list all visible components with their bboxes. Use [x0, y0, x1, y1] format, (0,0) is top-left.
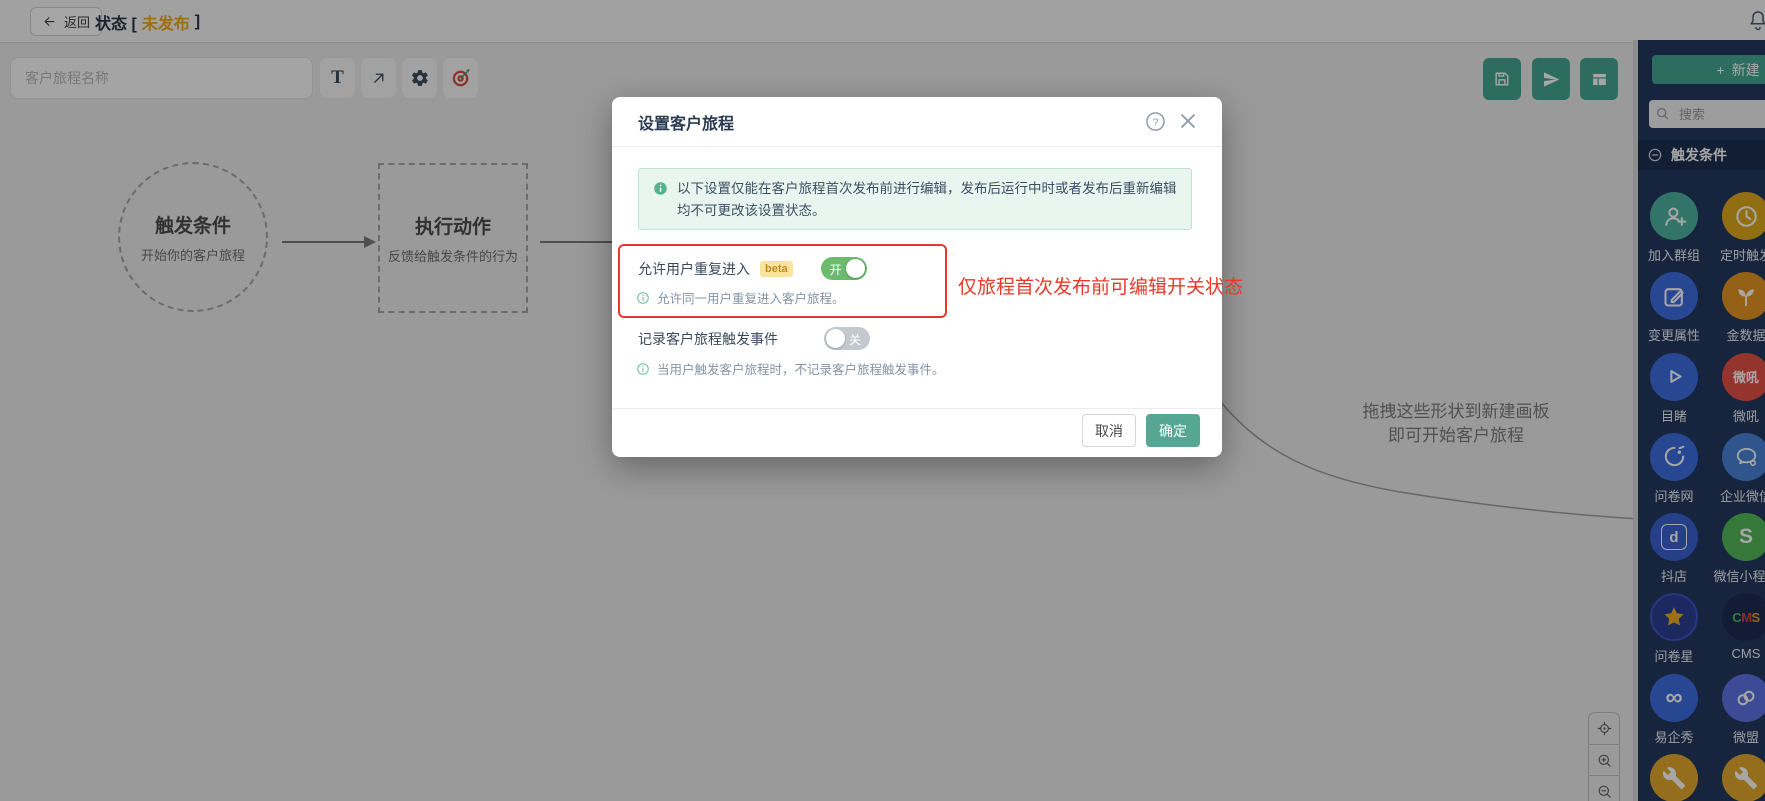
setting-label: 记录客户旅程触发事件 [638, 330, 778, 347]
modal-title: 设置客户旅程 [638, 115, 735, 133]
info-circle-icon [653, 181, 668, 220]
info-text: 以下设置仅能在客户旅程首次发布前进行编辑，发布后运行中时或者发布后重新编辑均不可… [677, 181, 1177, 218]
modal-footer: 取消 确定 [612, 408, 1222, 457]
toggle-knob [826, 329, 845, 348]
log-events-toggle[interactable]: 关 [824, 327, 870, 350]
cancel-button[interactable]: 取消 [1082, 414, 1136, 447]
annotation-note-text: 仅旅程首次发布前可编辑开关状态 [958, 277, 1244, 298]
setting-desc: 当用户触发客户旅程时，不记录客户旅程触发事件。 [657, 363, 945, 377]
journey-editor: 返回 状态 [ 未发布 ] T [0, 0, 1765, 801]
close-icon[interactable] [1180, 113, 1196, 129]
help-icon[interactable]: ? [1145, 111, 1166, 132]
info-outline-icon [636, 362, 650, 376]
modal-header: 设置客户旅程 [612, 97, 1222, 147]
confirm-button[interactable]: 确定 [1146, 414, 1200, 447]
annotation-highlight-box [618, 244, 947, 318]
setting-row-log-trigger-events: 记录客户旅程触发事件 关 [638, 327, 870, 350]
info-banner: 以下设置仅能在客户旅程首次发布前进行编辑，发布后运行中时或者发布后重新编辑均不可… [638, 168, 1192, 230]
svg-text:?: ? [1153, 116, 1159, 128]
setting-desc-row: 当用户触发客户旅程时，不记录客户旅程触发事件。 [636, 359, 945, 378]
